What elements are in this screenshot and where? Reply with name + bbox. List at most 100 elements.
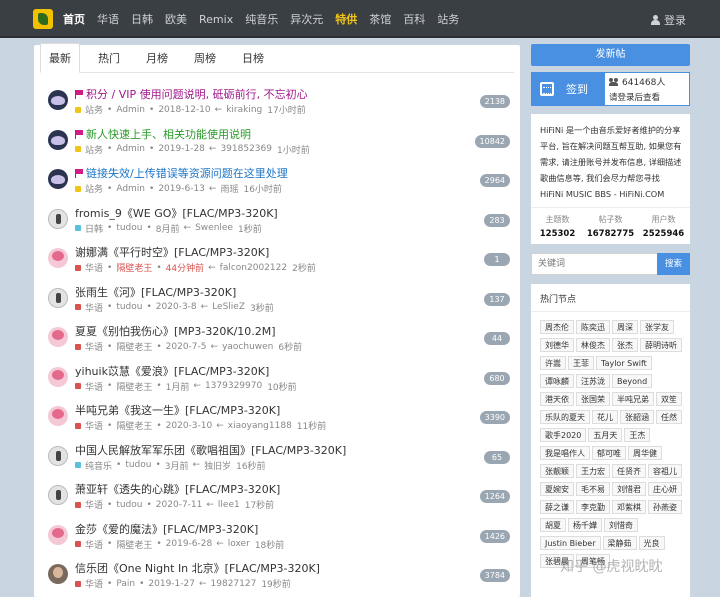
hot-tag[interactable]: 歌手2020	[540, 428, 587, 442]
hot-tag[interactable]: 任然	[656, 410, 682, 424]
new-post-button[interactable]: 发新帖	[531, 44, 690, 66]
hot-tag[interactable]: 孙燕姿	[648, 500, 682, 514]
hot-tag[interactable]: 五月天	[588, 428, 623, 442]
search-button[interactable]: 搜索	[657, 253, 690, 275]
hot-tag[interactable]: 夏婉安	[540, 482, 574, 496]
hot-tag[interactable]: 李克勤	[576, 500, 610, 514]
signin-hint[interactable]: 请登录后查看	[609, 91, 689, 103]
last-reply-user[interactable]: 391852369	[220, 144, 272, 154]
thread-title[interactable]: 谢娜满《平行时空》[FLAC/MP3-320K]	[75, 244, 269, 260]
forum-name[interactable]: 站务	[85, 143, 103, 156]
hot-tag[interactable]: 谭咏麟	[540, 374, 574, 388]
hot-tag[interactable]: 王菲	[568, 356, 594, 370]
nav-item[interactable]: 纯音乐	[245, 11, 278, 27]
hot-tag[interactable]: Justin Bieber	[540, 536, 601, 550]
nav-item[interactable]: 华语	[97, 11, 119, 27]
forum-name[interactable]: 站务	[85, 103, 103, 116]
author-name[interactable]: Admin	[116, 184, 145, 194]
forum-name[interactable]: 站务	[85, 182, 103, 195]
author-name[interactable]: 隔壁老王	[116, 261, 152, 274]
signin-button[interactable]: 签到	[532, 73, 605, 105]
author-name[interactable]: tudou	[125, 460, 151, 470]
hot-tag[interactable]: 庄心妍	[648, 482, 682, 496]
hot-tag[interactable]: 刘惜君	[612, 482, 646, 496]
hot-tag[interactable]: 汪苏泷	[576, 374, 610, 388]
thread-title[interactable]: 张雨生《河》[FLAC/MP3-320K]	[75, 284, 236, 300]
hot-tag[interactable]: 容祖儿	[648, 464, 682, 478]
author-name[interactable]: Pain	[116, 579, 135, 589]
thread-title[interactable]: 萧亚轩《透失的心跳》[FLAC/MP3-320K]	[75, 481, 280, 497]
hot-tag[interactable]: 张韶涵	[620, 410, 654, 424]
thread-title[interactable]: 信乐团《One Night In 北京》[FLAC/MP3-320K]	[75, 560, 320, 576]
tab-4[interactable]: 日榜	[234, 50, 272, 72]
last-reply-user[interactable]: kiraking	[226, 105, 262, 115]
nav-item[interactable]: 日韩	[131, 11, 153, 27]
nav-item[interactable]: 欧美	[165, 11, 187, 27]
author-name[interactable]: Admin	[116, 144, 145, 154]
tab-0[interactable]: 最新	[40, 43, 80, 73]
avatar[interactable]	[48, 524, 68, 545]
last-reply-user[interactable]: 1379329970	[205, 381, 262, 391]
hot-tag[interactable]: 郁可唯	[592, 446, 626, 460]
author-name[interactable]: 隔壁老王	[116, 538, 152, 551]
hot-tag[interactable]: 任贤齐	[612, 464, 646, 478]
forum-name[interactable]: 纯音乐	[85, 459, 112, 472]
hot-tag[interactable]: 陈奕迅	[576, 320, 610, 334]
hot-tag[interactable]: 双笙	[656, 392, 682, 406]
tab-2[interactable]: 月榜	[138, 50, 176, 72]
nav-item[interactable]: 特供	[335, 11, 357, 27]
hot-tag[interactable]: 刘德华	[540, 338, 574, 352]
forum-name[interactable]: 日韩	[85, 222, 103, 235]
hot-tag[interactable]: 乐队的夏天	[540, 410, 590, 424]
thread-title[interactable]: 积分 / VIP 使用问题说明, 砥砺前行, 不忘初心	[75, 86, 308, 102]
hot-tag[interactable]: 周杰伦	[540, 320, 574, 334]
avatar[interactable]	[48, 169, 68, 189]
avatar[interactable]	[48, 129, 68, 150]
last-reply-user[interactable]: llee1	[218, 500, 240, 510]
nav-item[interactable]: 站务	[437, 11, 459, 27]
search-input[interactable]	[531, 253, 657, 275]
avatar[interactable]	[48, 485, 68, 505]
forum-name[interactable]: 华语	[85, 419, 103, 432]
forum-name[interactable]: 华语	[85, 261, 103, 274]
hot-tag[interactable]: 张杰	[612, 338, 638, 352]
hot-tag[interactable]: Beyond	[612, 374, 653, 388]
login-link[interactable]: 登录	[651, 12, 686, 28]
hot-tag[interactable]: Taylor Swift	[596, 356, 652, 370]
avatar[interactable]	[48, 564, 68, 584]
author-name[interactable]: tudou	[116, 223, 142, 233]
last-reply-user[interactable]: falcon2002122	[220, 263, 287, 273]
forum-name[interactable]: 华语	[85, 340, 103, 353]
last-reply-user[interactable]: Swenlee	[195, 223, 233, 233]
author-name[interactable]: 隔壁老王	[116, 380, 152, 393]
last-reply-user[interactable]: 独旧岁	[204, 459, 231, 472]
nav-item[interactable]: 茶馆	[369, 11, 391, 27]
last-reply-user[interactable]: xiaoyang1188	[228, 421, 292, 431]
thread-title[interactable]: 新人快速上手、相关功能使用说明	[75, 126, 251, 142]
author-name[interactable]: tudou	[116, 302, 142, 312]
tab-3[interactable]: 周榜	[186, 50, 224, 72]
hot-tag[interactable]: 王杰	[624, 428, 651, 442]
thread-title[interactable]: 链接失效/上传错误等资源问题在这里处理	[75, 165, 288, 181]
forum-name[interactable]: 华语	[85, 301, 103, 314]
hot-tag[interactable]: 林俊杰	[576, 338, 610, 352]
hot-tag[interactable]: 薛之谦	[540, 500, 574, 514]
author-name[interactable]: 隔壁老王	[116, 419, 152, 432]
thread-title[interactable]: yihuik苡慧《爱浪》[FLAC/MP3-320K]	[75, 363, 269, 379]
avatar[interactable]	[48, 406, 68, 426]
avatar[interactable]	[48, 327, 68, 347]
last-reply-user[interactable]: LeSlieZ	[212, 302, 245, 312]
author-name[interactable]: tudou	[116, 500, 142, 510]
hot-tag[interactable]: 胡夏	[540, 518, 566, 532]
hot-tag[interactable]: 王力宏	[576, 464, 610, 478]
hot-tag[interactable]: 我是唱作人	[540, 446, 590, 460]
hot-tag[interactable]: 薛明诗听	[640, 338, 682, 352]
last-reply-user[interactable]: 雨瑶	[220, 182, 238, 195]
hot-tag[interactable]: 张国荣	[576, 392, 610, 406]
last-reply-user[interactable]: yaochuwen	[222, 342, 273, 352]
hot-tag[interactable]: 杨千嬅	[568, 518, 602, 532]
avatar[interactable]	[48, 445, 68, 466]
avatar[interactable]	[48, 90, 68, 110]
hot-tag[interactable]: 邓紫棋	[612, 500, 646, 514]
last-reply-user[interactable]: loxer	[228, 539, 250, 549]
